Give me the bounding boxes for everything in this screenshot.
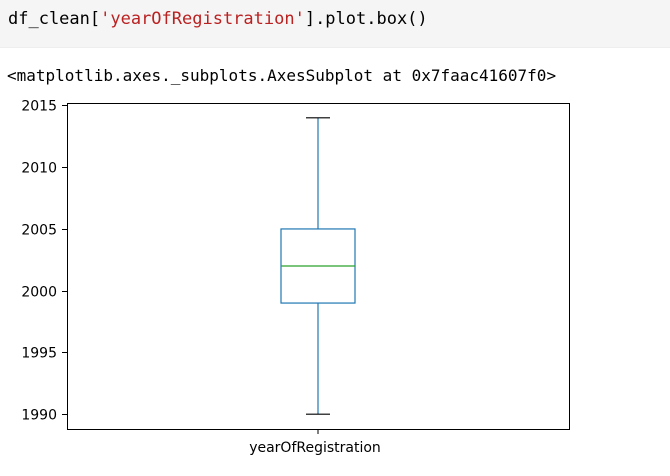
x-tick-label: yearOfRegistration bbox=[249, 440, 381, 456]
code-string-arg: 'yearOfRegistration' bbox=[100, 9, 305, 29]
y-axis: 1990 1995 2000 2005 2010 2015 bbox=[21, 99, 67, 424]
output-text: <matplotlib.axes._subplots.AxesSubplot a… bbox=[7, 66, 557, 85]
code-suffix: ].plot.box() bbox=[304, 9, 428, 29]
y-tick-label: 1990 bbox=[21, 408, 57, 424]
y-tick-label: 2005 bbox=[21, 223, 57, 239]
box-plot: 1990 1995 2000 2005 2010 2015 yearOfRegistrat… bbox=[21, 99, 570, 456]
code-line[interactable]: df_clean['yearOfRegistration'].plot.box(… bbox=[8, 9, 428, 29]
code-prefix: df_clean[ bbox=[8, 9, 101, 29]
y-tick-label: 2000 bbox=[21, 285, 57, 301]
y-tick-label: 2010 bbox=[21, 161, 57, 177]
boxes-group bbox=[280, 117, 356, 415]
x-axis: yearOfRegistration bbox=[249, 429, 381, 456]
y-tick-label: 1995 bbox=[21, 346, 57, 362]
code-cell[interactable]: df_clean['yearOfRegistration'].plot.box(… bbox=[0, 0, 670, 48]
y-tick-label: 2015 bbox=[21, 99, 57, 115]
